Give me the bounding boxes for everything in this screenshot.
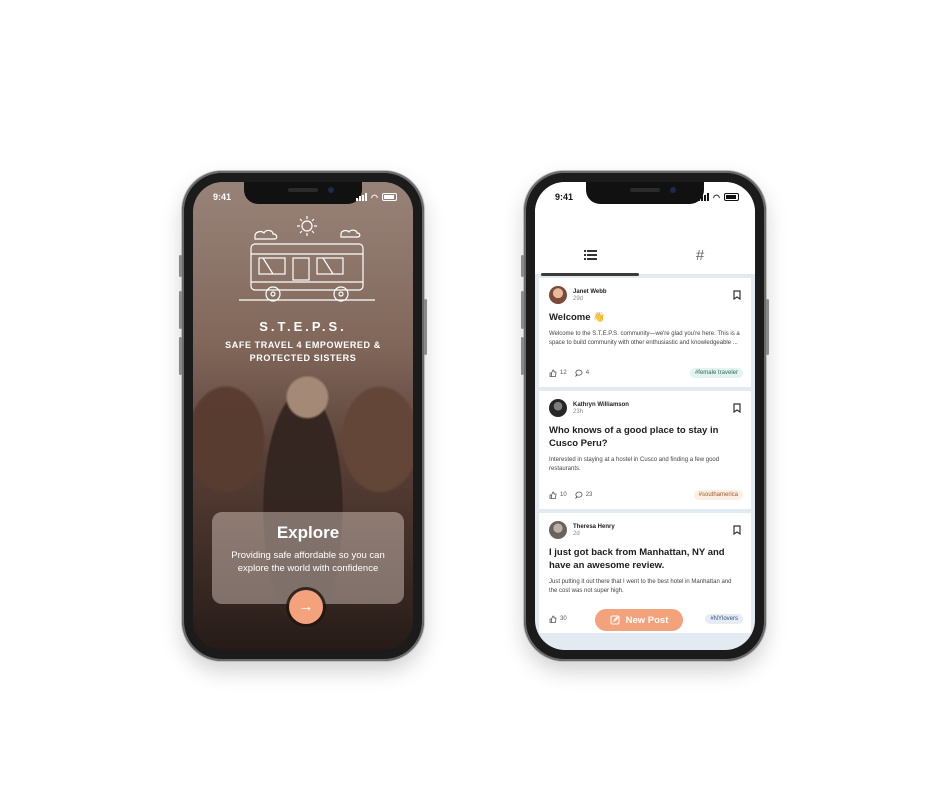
thumbs-up-icon — [549, 491, 557, 499]
battery-icon — [382, 193, 397, 201]
avatar — [549, 286, 567, 304]
edit-icon — [610, 615, 620, 625]
post-tag[interactable]: #female traveler — [689, 368, 743, 378]
like-count: 12 — [560, 370, 567, 376]
post-title: I just got back from Manhattan, NY and h… — [549, 547, 725, 571]
brand-name: S.T.E.P.S. — [259, 319, 347, 334]
status-time: 9:41 — [555, 192, 574, 202]
like-button[interactable]: 10 — [549, 491, 567, 499]
thumbs-up-icon — [549, 369, 557, 377]
new-post-button[interactable]: New Post — [595, 609, 683, 631]
like-count: 30 — [560, 616, 567, 622]
post-body: Just putting it out there that I went to… — [549, 579, 732, 594]
post-tag[interactable]: #southamerica — [693, 490, 743, 500]
phone-feed-screen: # 9:41 ◠ Janet Webb 29d Welcome 👋 Welcom… — [521, 171, 769, 661]
hash-icon: # — [695, 246, 705, 264]
post-author: Theresa Henry — [573, 523, 615, 530]
like-button[interactable]: 30 — [549, 615, 567, 623]
comment-count: 4 — [585, 370, 590, 376]
bookmark-icon[interactable] — [733, 403, 741, 413]
wifi-icon: ◠ — [371, 192, 378, 202]
post-body: Welcome to the S.T.E.P.S. community—we'r… — [549, 331, 740, 346]
signal-icon — [698, 193, 710, 201]
bookmark-icon[interactable] — [733, 290, 741, 300]
comment-icon — [574, 369, 583, 377]
signal-icon — [356, 193, 368, 201]
list-icon — [583, 250, 597, 260]
like-button[interactable]: 12 — [549, 369, 567, 377]
like-count: 10 — [560, 492, 567, 498]
van-logo-icon — [239, 216, 375, 302]
post-author: Kathryn Williamson — [573, 401, 629, 408]
post-time: 2d — [573, 530, 580, 537]
new-post-label: New Post — [625, 614, 669, 626]
post-tag[interactable]: #NYlovers — [705, 614, 743, 624]
post-title: Who knows of a good place to stay in Cus… — [549, 425, 719, 449]
post-time: 23h — [573, 408, 584, 415]
explore-title: Explore — [276, 523, 340, 542]
wifi-icon: ◠ — [713, 192, 720, 202]
comment-button[interactable]: 4 — [574, 369, 590, 377]
avatar — [549, 521, 567, 539]
tab-topics[interactable]: # — [645, 236, 755, 274]
battery-icon — [724, 193, 739, 201]
phone-welcome-screen: 9:41 ◠ S.T.E.P.S. SAFE TRAVEL 4 EMPOWERE… — [179, 171, 427, 661]
post-card[interactable]: Janet Webb 29d Welcome 👋 Welcome to the … — [539, 278, 751, 387]
status-time: 9:41 — [213, 192, 232, 202]
arrow-right-icon: → — [298, 598, 314, 615]
comment-icon — [574, 491, 583, 499]
continue-button[interactable]: → — [289, 590, 323, 624]
post-card[interactable]: Kathryn Williamson 23h Who knows of a go… — [539, 391, 751, 509]
post-time: 29d — [573, 295, 584, 302]
bookmark-icon[interactable] — [733, 525, 741, 535]
welcome-screen: 9:41 ◠ S.T.E.P.S. SAFE TRAVEL 4 EMPOWERE… — [193, 182, 413, 650]
feed-screen: # 9:41 ◠ Janet Webb 29d Welcome 👋 Welcom… — [535, 182, 755, 650]
comment-count: 23 — [585, 492, 593, 498]
comment-button[interactable]: 23 — [574, 491, 593, 499]
post-body: Interested in staying at a hostel in Cus… — [549, 457, 720, 472]
post-title: Welcome 👋 — [549, 312, 606, 323]
tab-feed[interactable] — [535, 236, 645, 276]
explore-description: Providing safe affordable so you can exp… — [231, 550, 385, 574]
brand-tagline: SAFE TRAVEL 4 EMPOWERED & PROTECTED SIST… — [225, 340, 381, 363]
post-author: Janet Webb — [573, 288, 607, 295]
avatar — [549, 399, 567, 417]
thumbs-up-icon — [549, 615, 557, 623]
